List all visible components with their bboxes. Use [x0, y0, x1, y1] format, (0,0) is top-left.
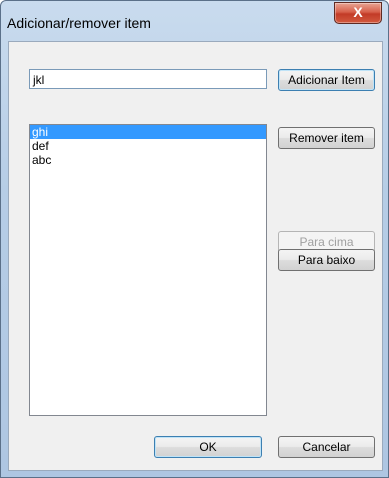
ok-button[interactable]: OK	[154, 436, 262, 458]
list-item[interactable]: def	[30, 139, 266, 153]
dialog-window: Adicionar/remover item X jkl Adicionar I…	[0, 0, 389, 478]
dialog-body: jkl Adicionar Item ghi def abc Remover i…	[8, 41, 383, 471]
list-item[interactable]: abc	[30, 153, 266, 167]
cancel-button[interactable]: Cancelar	[278, 436, 375, 458]
item-input[interactable]: jkl	[29, 69, 267, 89]
close-icon: X	[353, 4, 363, 20]
remove-item-button[interactable]: Remover item	[278, 127, 375, 149]
add-item-button[interactable]: Adicionar Item	[278, 69, 375, 91]
items-listbox[interactable]: ghi def abc	[29, 124, 267, 416]
list-item[interactable]: ghi	[30, 125, 266, 139]
move-down-button[interactable]: Para baixo	[278, 249, 375, 271]
dialog-title: Adicionar/remover item	[7, 15, 151, 31]
close-button[interactable]: X	[334, 2, 382, 24]
